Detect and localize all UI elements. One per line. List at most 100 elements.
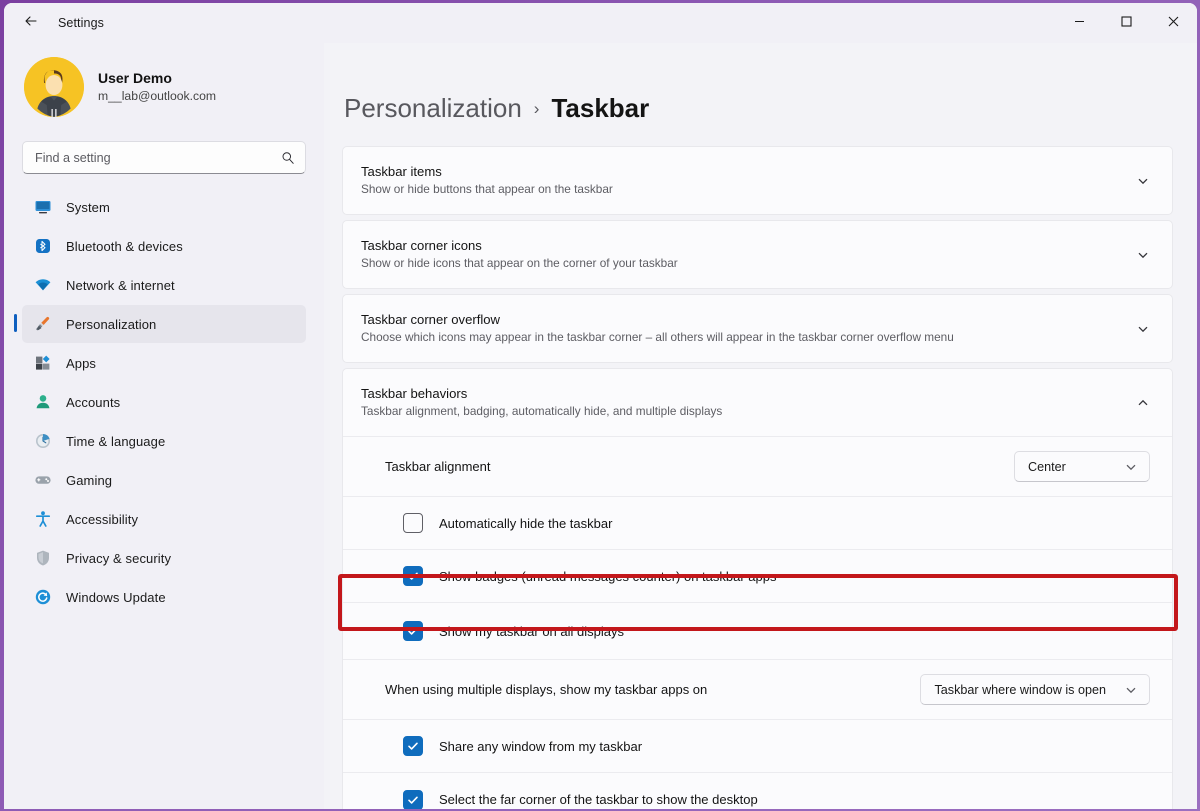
card-header[interactable]: Taskbar corner overflow Choose which ico… [343, 295, 1172, 362]
minimize-button[interactable] [1056, 3, 1103, 43]
minimize-icon [1074, 14, 1085, 32]
shield-icon [34, 549, 52, 567]
row-multiple-displays: When using multiple displays, show my ta… [343, 660, 1172, 720]
page-title: Taskbar [551, 93, 649, 124]
show-taskbar-all-displays-checkbox[interactable] [403, 621, 423, 641]
sidebar-item-personalization[interactable]: Personalization [22, 305, 306, 343]
sidebar-item-label: Accounts [66, 395, 120, 410]
sidebar-item-label: Privacy & security [66, 551, 171, 566]
sidebar-item-label: Gaming [66, 473, 112, 488]
sidebar-nav: System Bluetooth & devices Network & int… [22, 188, 306, 616]
row-label: Automatically hide the taskbar [439, 516, 1150, 531]
card-title: Taskbar items [361, 162, 1136, 182]
row-far-corner-show-desktop[interactable]: Select the far corner of the taskbar to … [343, 773, 1172, 809]
chevron-up-icon[interactable] [1136, 396, 1150, 410]
chevron-down-icon[interactable] [1136, 248, 1150, 262]
sidebar-item-accessibility[interactable]: Accessibility [22, 500, 306, 538]
row-show-taskbar-all-displays[interactable]: Show my taskbar on all displays [343, 603, 1172, 660]
chevron-down-icon[interactable] [1136, 322, 1150, 336]
share-any-window-checkbox[interactable] [403, 736, 423, 756]
card-title: Taskbar corner icons [361, 236, 1136, 256]
row-share-any-window[interactable]: Share any window from my taskbar [343, 720, 1172, 773]
sidebar-item-windows-update[interactable]: Windows Update [22, 578, 306, 616]
gamepad-icon [34, 471, 52, 489]
main-content: Personalization › Taskbar Taskbar items … [324, 43, 1197, 809]
sidebar-item-label: Bluetooth & devices [66, 239, 183, 254]
sidebar-item-gaming[interactable]: Gaming [22, 461, 306, 499]
account-name: User Demo [98, 69, 216, 88]
row-label: When using multiple displays, show my ta… [385, 682, 920, 697]
dropdown-value: Taskbar where window is open [934, 683, 1106, 697]
sidebar-item-bluetooth-devices[interactable]: Bluetooth & devices [22, 227, 306, 265]
apps-icon [34, 354, 52, 372]
search-box[interactable] [22, 141, 306, 174]
maximize-button[interactable] [1103, 3, 1150, 43]
taskbar-alignment-dropdown[interactable]: Center [1014, 451, 1150, 482]
bluetooth-icon [34, 237, 52, 255]
sidebar-item-label: Time & language [66, 434, 165, 449]
wifi-icon [34, 276, 52, 294]
account-email: m__lab@outlook.com [98, 88, 216, 104]
back-button[interactable] [14, 8, 48, 38]
chevron-down-icon [1124, 460, 1138, 474]
card-taskbar-items: Taskbar items Show or hide buttons that … [342, 146, 1173, 215]
card-taskbar-corner-icons: Taskbar corner icons Show or hide icons … [342, 220, 1173, 289]
sidebar-item-label: Windows Update [66, 590, 166, 605]
card-taskbar-corner-overflow: Taskbar corner overflow Choose which ico… [342, 294, 1173, 363]
card-title: Taskbar behaviors [361, 384, 1136, 404]
dropdown-value: Center [1028, 460, 1066, 474]
card-header[interactable]: Taskbar items Show or hide buttons that … [343, 147, 1172, 214]
breadcrumb-parent[interactable]: Personalization [344, 93, 522, 124]
close-button[interactable] [1150, 3, 1197, 43]
auto-hide-taskbar-checkbox[interactable] [403, 513, 423, 533]
settings-cards: Taskbar items Show or hide buttons that … [342, 146, 1173, 809]
sidebar-item-network-internet[interactable]: Network & internet [22, 266, 306, 304]
sidebar-item-label: System [66, 200, 110, 215]
breadcrumb-separator-icon: › [534, 99, 540, 119]
settings-window: Settings [4, 3, 1197, 809]
window-controls [1056, 3, 1197, 43]
multiple-displays-dropdown[interactable]: Taskbar where window is open [920, 674, 1150, 705]
card-header[interactable]: Taskbar corner icons Show or hide icons … [343, 221, 1172, 288]
account-block[interactable]: User Demo m__lab@outlook.com [22, 43, 306, 125]
clock-icon [34, 432, 52, 450]
back-arrow-icon [23, 13, 39, 34]
row-label: Share any window from my taskbar [439, 739, 1150, 754]
sidebar-item-label: Personalization [66, 317, 156, 332]
card-subtitle: Show or hide icons that appear on the co… [361, 255, 1136, 273]
card-subtitle: Taskbar alignment, badging, automaticall… [361, 403, 1136, 421]
sidebar-item-system[interactable]: System [22, 188, 306, 226]
sidebar-item-accounts[interactable]: Accounts [22, 383, 306, 421]
paintbrush-icon [34, 315, 52, 333]
accessibility-icon [34, 510, 52, 528]
account-icon [34, 393, 52, 411]
sidebar: User Demo m__lab@outlook.com System [4, 43, 324, 809]
far-corner-show-desktop-checkbox[interactable] [403, 790, 423, 810]
breadcrumb: Personalization › Taskbar [342, 43, 1173, 146]
search-icon [281, 151, 295, 165]
row-label: Select the far corner of the taskbar to … [439, 792, 1150, 807]
card-taskbar-behaviors: Taskbar behaviors Taskbar alignment, bad… [342, 368, 1173, 809]
sidebar-item-apps[interactable]: Apps [22, 344, 306, 382]
window-title: Settings [58, 16, 104, 30]
row-show-badges[interactable]: Show badges (unread messages counter) on… [343, 550, 1172, 603]
search-input[interactable] [35, 151, 281, 165]
chevron-down-icon[interactable] [1136, 174, 1150, 188]
card-body: Taskbar alignment Center [343, 436, 1172, 809]
row-auto-hide-taskbar[interactable]: Automatically hide the taskbar [343, 497, 1172, 550]
monitor-icon [34, 198, 52, 216]
sidebar-item-label: Apps [66, 356, 96, 371]
sidebar-item-time-language[interactable]: Time & language [22, 422, 306, 460]
row-label: Show badges (unread messages counter) on… [439, 569, 1150, 584]
sidebar-item-label: Network & internet [66, 278, 175, 293]
avatar [24, 57, 84, 117]
card-header[interactable]: Taskbar behaviors Taskbar alignment, bad… [343, 369, 1172, 436]
title-bar: Settings [4, 3, 1197, 43]
sidebar-item-privacy-security[interactable]: Privacy & security [22, 539, 306, 577]
update-icon [34, 588, 52, 606]
maximize-icon [1121, 14, 1132, 32]
show-badges-checkbox[interactable] [403, 566, 423, 586]
row-taskbar-alignment: Taskbar alignment Center [343, 437, 1172, 497]
row-label: Show my taskbar on all displays [439, 624, 1150, 639]
sidebar-item-label: Accessibility [66, 512, 138, 527]
